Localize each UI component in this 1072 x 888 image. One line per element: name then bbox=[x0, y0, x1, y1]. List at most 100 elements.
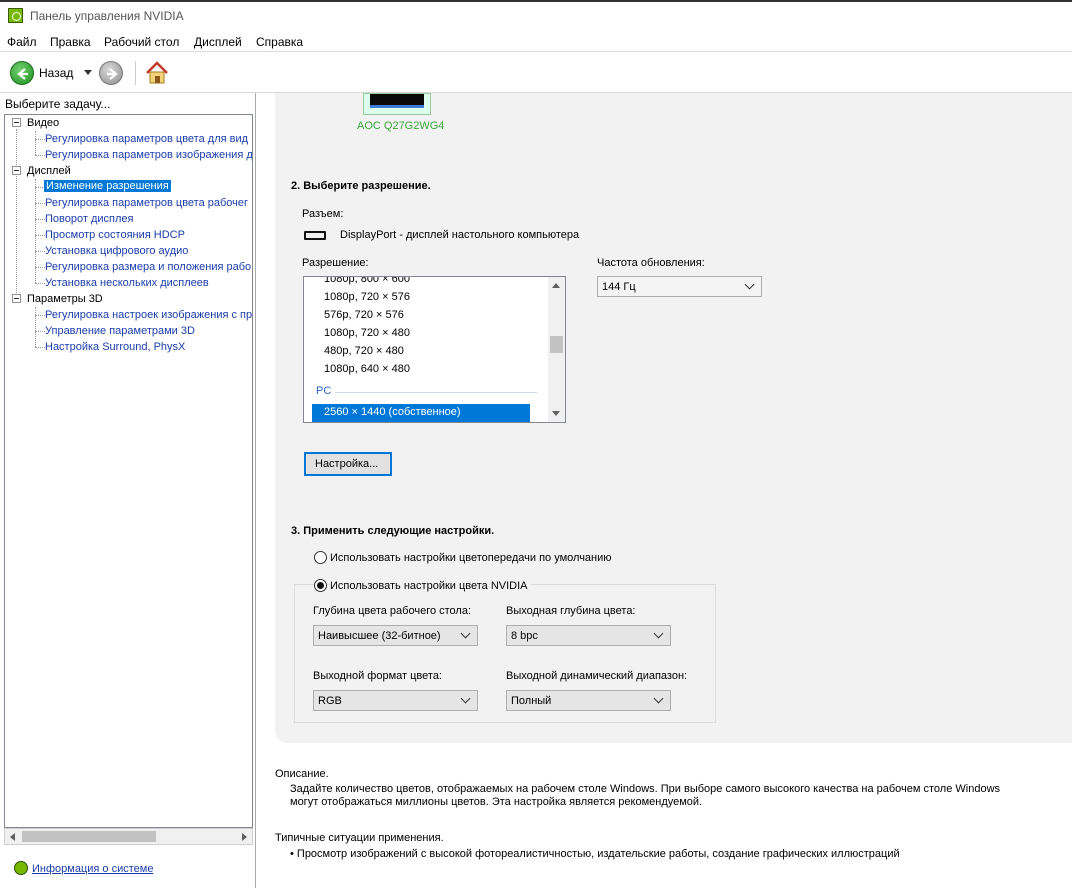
scroll-right-icon[interactable] bbox=[242, 833, 247, 841]
tree-node-video[interactable]: Видео bbox=[27, 117, 59, 129]
resolution-list[interactable]: 1080p, 800 × 600 1080p, 720 × 576 576p, … bbox=[303, 276, 566, 423]
back-arrow-icon[interactable] bbox=[10, 61, 34, 85]
customize-button-label: Настройка... bbox=[315, 458, 379, 470]
radio-nvidia-color-label[interactable]: Использовать настройки цвета NVIDIA bbox=[330, 580, 531, 592]
section-2-title: 2. Выберите разрешение. bbox=[291, 180, 431, 192]
menu-desktop[interactable]: Рабочий стол bbox=[104, 35, 179, 49]
description-title: Описание. bbox=[275, 768, 329, 780]
task-header: Выберите задачу... bbox=[5, 97, 111, 111]
toolbar-separator bbox=[135, 61, 136, 85]
home-icon[interactable] bbox=[143, 59, 171, 87]
radio-default-color-label[interactable]: Использовать настройки цветопередачи по … bbox=[330, 552, 612, 564]
menu-file[interactable]: Файл bbox=[7, 35, 37, 49]
displayport-icon bbox=[304, 231, 326, 240]
resolution-item[interactable]: 576p, 720 × 576 bbox=[324, 309, 404, 321]
monitor-icon[interactable] bbox=[363, 93, 431, 115]
tree-item-surround-physx[interactable]: Настройка Surround, PhysX bbox=[45, 341, 185, 353]
dynamic-range-select[interactable]: Полный bbox=[506, 690, 671, 711]
tree-connector bbox=[35, 251, 45, 252]
tree-item-video-color[interactable]: Регулировка параметров цвета для вид bbox=[45, 133, 248, 145]
dynamic-range-value: Полный bbox=[511, 695, 552, 707]
collapse-icon[interactable] bbox=[12, 166, 21, 175]
chevron-down-icon bbox=[653, 693, 664, 704]
tree-item-3d-preview[interactable]: Регулировка настроек изображения с пр bbox=[45, 309, 252, 321]
tree-node-display[interactable]: Дисплей bbox=[27, 165, 71, 177]
tree-connector bbox=[35, 155, 45, 156]
output-depth-select[interactable]: 8 bpc bbox=[506, 625, 671, 646]
tree-connector bbox=[35, 315, 45, 316]
menu-edit[interactable]: Правка bbox=[50, 35, 91, 49]
description-text: Задайте количество цветов, отображаемых … bbox=[290, 783, 1001, 808]
chevron-down-icon bbox=[653, 628, 664, 639]
tree-item-video-image[interactable]: Регулировка параметров изображения д bbox=[45, 149, 252, 161]
title-bar: Панель управления NVIDIA bbox=[0, 0, 1072, 31]
tree-connector bbox=[35, 203, 45, 204]
radio-nvidia-color[interactable] bbox=[314, 579, 327, 592]
scroll-up-icon[interactable] bbox=[552, 283, 560, 288]
tree-horizontal-scrollbar[interactable] bbox=[4, 828, 253, 845]
tree-connector bbox=[35, 283, 45, 284]
resolution-item[interactable]: 1080p, 720 × 576 bbox=[324, 291, 410, 303]
task-tree[interactable]: Видео Регулировка параметров цвета для в… bbox=[4, 114, 253, 828]
tree-item-desktop-size[interactable]: Регулировка размера и положения рабо bbox=[45, 261, 251, 273]
chevron-down-icon bbox=[744, 279, 755, 290]
settings-panel: AOC Q27G2WG4 2. Выберите разрешение. Раз… bbox=[275, 93, 1072, 743]
content-area: AOC Q27G2WG4 2. Выберите разрешение. Раз… bbox=[257, 93, 1072, 888]
scroll-thumb[interactable] bbox=[22, 831, 156, 842]
tree-item-change-resolution[interactable]: Изменение разрешения bbox=[44, 180, 171, 192]
scroll-left-icon[interactable] bbox=[10, 833, 15, 841]
resolution-item[interactable]: 1080p, 720 × 480 bbox=[324, 327, 410, 339]
color-format-value: RGB bbox=[318, 695, 342, 707]
resolution-item-selected[interactable]: 2560 × 1440 (собственное) bbox=[312, 404, 530, 422]
usage-text: • Просмотр изображений с высокой фотореа… bbox=[290, 848, 900, 860]
resolution-scrollbar[interactable] bbox=[548, 277, 565, 422]
refresh-rate-value: 144 Гц bbox=[602, 281, 636, 293]
tree-item-desktop-color[interactable]: Регулировка параметров цвета рабочег bbox=[45, 197, 248, 209]
chevron-down-icon bbox=[460, 628, 471, 639]
tree-connector bbox=[35, 235, 45, 236]
scroll-thumb[interactable] bbox=[550, 336, 563, 353]
system-info-icon[interactable] bbox=[14, 861, 28, 875]
menu-display[interactable]: Дисплей bbox=[194, 35, 242, 49]
tree-node-3d[interactable]: Параметры 3D bbox=[27, 293, 103, 305]
collapse-icon[interactable] bbox=[12, 294, 21, 303]
toolbar: Назад bbox=[0, 53, 1072, 93]
resolution-label: Разрешение: bbox=[302, 257, 369, 269]
tree-connector bbox=[35, 219, 45, 220]
tree-item-manage-3d[interactable]: Управление параметрами 3D bbox=[45, 325, 195, 337]
desktop-depth-value: Наивысшее (32-битное) bbox=[318, 630, 441, 642]
resolution-item[interactable]: 480p, 720 × 480 bbox=[324, 345, 404, 357]
resolution-item[interactable]: 1080p, 800 × 600 bbox=[324, 277, 410, 285]
tree-connector bbox=[35, 267, 45, 268]
tree-item-multiple-displays[interactable]: Установка нескольких дисплеев bbox=[45, 277, 209, 289]
collapse-icon[interactable] bbox=[12, 118, 21, 127]
output-depth-value: 8 bpc bbox=[511, 630, 538, 642]
resolution-selected-label: 2560 × 1440 (собственное) bbox=[324, 406, 461, 418]
tree-item-hdcp-status[interactable]: Просмотр состояния HDCP bbox=[45, 229, 185, 241]
menu-help[interactable]: Справка bbox=[256, 35, 303, 49]
tree-connector bbox=[35, 347, 45, 348]
connector-value: DisplayPort - дисплей настольного компью… bbox=[340, 229, 580, 241]
scroll-down-icon[interactable] bbox=[552, 411, 560, 416]
system-info-link[interactable]: Информация о системе bbox=[32, 863, 153, 875]
refresh-rate-select[interactable]: 144 Гц bbox=[597, 276, 762, 297]
tree-item-rotate-display[interactable]: Поворот дисплея bbox=[45, 213, 133, 225]
color-format-select[interactable]: RGB bbox=[313, 690, 478, 711]
back-dropdown-icon[interactable] bbox=[84, 70, 92, 75]
tree-connector bbox=[35, 131, 36, 155]
top-strip bbox=[0, 0, 1072, 2]
tree-connector bbox=[35, 307, 36, 347]
desktop-depth-select[interactable]: Наивысшее (32-битное) bbox=[313, 625, 478, 646]
refresh-label: Частота обновления: bbox=[597, 257, 705, 269]
task-pane: Выберите задачу... Видео Регулировка пар… bbox=[0, 93, 256, 888]
connector-label: Разъем: bbox=[302, 208, 344, 220]
usage-title: Типичные ситуации применения. bbox=[275, 832, 444, 844]
resolution-item[interactable]: 1080p, 640 × 480 bbox=[324, 363, 410, 375]
monitor-name[interactable]: AOC Q27G2WG4 bbox=[357, 120, 444, 132]
output-depth-label: Выходная глубина цвета: bbox=[506, 605, 636, 617]
tree-item-digital-audio[interactable]: Установка цифрового аудио bbox=[45, 245, 188, 257]
customize-button[interactable]: Настройка... bbox=[304, 452, 392, 476]
radio-default-color[interactable] bbox=[314, 551, 327, 564]
forward-arrow-icon[interactable] bbox=[99, 61, 123, 85]
back-button-label[interactable]: Назад bbox=[39, 66, 73, 80]
